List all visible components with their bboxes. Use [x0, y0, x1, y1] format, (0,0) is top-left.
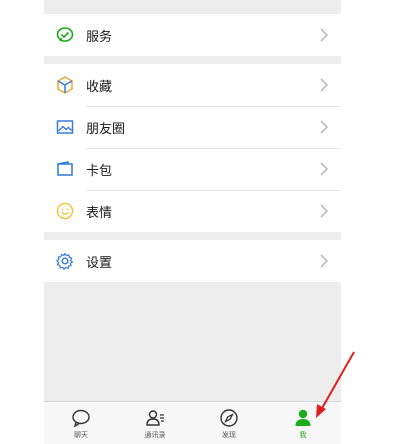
- chevron-right-icon: [320, 254, 328, 268]
- menu-item-service[interactable]: 服务: [44, 14, 341, 56]
- service-chat-check-icon: [56, 27, 74, 42]
- contacts-icon: [146, 410, 164, 426]
- menu-group-main: 收藏 朋友圈 卡包 表情: [44, 64, 341, 232]
- chevron-right-icon: [320, 204, 328, 218]
- tab-me[interactable]: 我: [266, 402, 340, 444]
- person-icon: [295, 409, 311, 426]
- chevron-right-icon: [320, 162, 328, 176]
- menu-item-stickers[interactable]: 表情: [44, 190, 341, 232]
- tab-label: 发现: [222, 431, 236, 439]
- menu-item-settings[interactable]: 设置: [44, 240, 341, 282]
- menu-item-favorites[interactable]: 收藏: [44, 64, 341, 106]
- phone-screen: 服务 收藏 朋友圈 卡包 表情 设置 聊天 通讯录 发现 我: [44, 0, 341, 444]
- wallet-icon: [57, 161, 73, 176]
- tab-discover[interactable]: 发现: [192, 402, 266, 444]
- menu-group-service: 服务: [44, 14, 341, 56]
- menu-item-label: 设置: [86, 255, 113, 271]
- chat-bubble-icon: [72, 409, 90, 428]
- menu-item-label: 收藏: [86, 79, 113, 95]
- tab-label: 通讯录: [144, 431, 166, 439]
- tab-chats[interactable]: 聊天: [44, 402, 118, 444]
- chevron-right-icon: [320, 28, 328, 42]
- tab-label: 我: [299, 431, 307, 439]
- compass-icon: [220, 409, 238, 427]
- chevron-right-icon: [320, 78, 328, 92]
- menu-item-label: 服务: [86, 29, 113, 45]
- menu-item-moments[interactable]: 朋友圈: [44, 106, 341, 148]
- menu-item-label: 朋友圈: [86, 121, 126, 137]
- menu-item-cards[interactable]: 卡包: [44, 148, 341, 190]
- chevron-right-icon: [320, 120, 328, 134]
- menu-group-settings: 设置: [44, 240, 341, 282]
- menu-item-label: 表情: [86, 205, 113, 221]
- cube-icon: [57, 76, 73, 94]
- smiley-icon: [56, 202, 74, 220]
- tab-label: 聊天: [74, 431, 88, 439]
- tab-contacts[interactable]: 通讯录: [118, 402, 192, 444]
- menu-item-label: 卡包: [86, 163, 113, 179]
- photo-icon: [56, 120, 74, 134]
- gear-icon: [56, 252, 74, 270]
- bottom-tab-bar: 聊天 通讯录 发现 我: [44, 401, 341, 444]
